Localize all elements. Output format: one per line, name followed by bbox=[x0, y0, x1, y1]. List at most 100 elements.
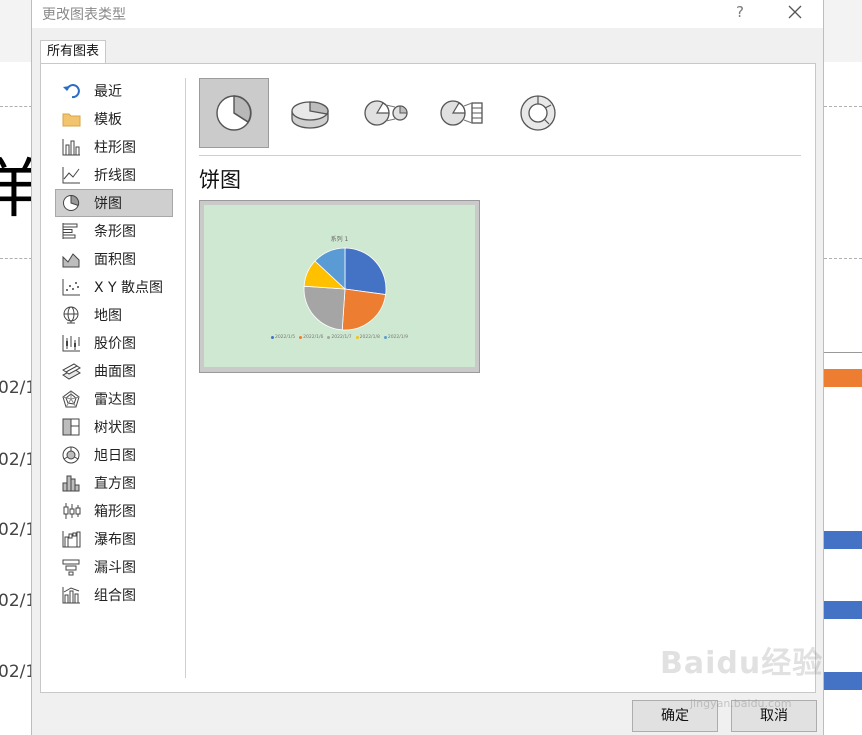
sidebar-item-label: 曲面图 bbox=[94, 364, 136, 380]
legend-swatch bbox=[299, 336, 303, 339]
legend-item: 2022/1/8 bbox=[355, 335, 380, 340]
divider bbox=[199, 155, 801, 156]
pie-slice bbox=[303, 285, 346, 331]
sidebar-item-5[interactable]: 条形图 bbox=[55, 217, 173, 245]
sidebar-item-10[interactable]: 曲面图 bbox=[55, 357, 173, 385]
sidebar-item-17[interactable]: 漏斗图 bbox=[55, 553, 173, 581]
background-bar bbox=[824, 601, 862, 619]
sidebar-item-1[interactable]: 模板 bbox=[55, 105, 173, 133]
watermark-logo: Baidu经验 bbox=[660, 646, 824, 681]
chart-preview[interactable]: 系列 1 2022/1/5 2022/1/6 2022/1/7 2022/1/8 202… bbox=[199, 200, 480, 373]
subtype-bar-of-pie[interactable] bbox=[427, 78, 497, 148]
subtype-3d-pie[interactable] bbox=[275, 78, 345, 148]
chart-type-heading: 饼图 bbox=[199, 168, 241, 192]
sidebar-item-label: 饼图 bbox=[94, 196, 122, 212]
background-axis-line bbox=[824, 352, 862, 353]
legend-item: 2022/1/7 bbox=[327, 335, 352, 340]
sidebar-item-label: 组合图 bbox=[94, 588, 136, 604]
preview-legend: 2022/1/5 2022/1/6 2022/1/7 2022/1/8 2022/1/9 bbox=[204, 335, 475, 340]
watermark-url: jingyan.baidu.com bbox=[690, 697, 792, 710]
sidebar-item-14[interactable]: 直方图 bbox=[55, 469, 173, 497]
chart-type-panel: 最近 模板 柱形图 折线图 饼图 条形图 面积图 X Y 散点图 地图 股价图 曲面图 雷达图 树状图旭… bbox=[40, 63, 816, 693]
sidebar-item-15[interactable]: 箱形图 bbox=[55, 497, 173, 525]
sidebar-item-label: 雷达图 bbox=[94, 392, 136, 408]
sidebar-item-label: 树状图 bbox=[94, 420, 136, 436]
stock-chart-icon bbox=[60, 333, 82, 353]
pie-icon bbox=[216, 95, 252, 131]
tab-all-charts[interactable]: 所有图表 bbox=[40, 40, 107, 64]
background-bar bbox=[824, 531, 862, 549]
recent-arrow-icon bbox=[60, 81, 82, 101]
sidebar-item-label: 漏斗图 bbox=[94, 560, 136, 576]
pie-slice bbox=[341, 288, 387, 331]
sidebar-item-18[interactable]: 组合图 bbox=[55, 581, 173, 609]
background-dashed-line bbox=[824, 258, 862, 259]
legend-swatch bbox=[355, 336, 359, 339]
sidebar-item-label: 瀑布图 bbox=[94, 532, 136, 548]
close-icon bbox=[788, 5, 802, 19]
legend-item: 2022/1/9 bbox=[383, 335, 409, 340]
box-whisker-icon bbox=[60, 501, 82, 521]
sidebar-item-13[interactable]: 旭日图 bbox=[55, 441, 173, 469]
subtype-doughnut[interactable] bbox=[503, 78, 573, 148]
bar-of-pie-icon bbox=[440, 100, 483, 126]
bar-chart-icon bbox=[60, 221, 82, 241]
sidebar-item-0[interactable]: 最近 bbox=[55, 77, 173, 105]
radar-chart-icon bbox=[60, 389, 82, 409]
combo-chart-icon bbox=[60, 585, 82, 605]
sidebar-item-3[interactable]: 折线图 bbox=[55, 161, 173, 189]
help-button[interactable]: ? bbox=[728, 1, 752, 25]
legend-swatch bbox=[270, 336, 274, 339]
histogram-icon bbox=[60, 473, 82, 493]
sidebar-item-label: 股价图 bbox=[94, 336, 136, 352]
sidebar-item-label: X Y 散点图 bbox=[94, 280, 164, 296]
sidebar-item-11[interactable]: 雷达图 bbox=[55, 385, 173, 413]
line-chart-icon bbox=[60, 165, 82, 185]
column-chart-icon bbox=[60, 137, 82, 157]
globe-icon bbox=[60, 305, 82, 325]
sidebar-item-12[interactable]: 树状图 bbox=[55, 413, 173, 441]
legend-swatch bbox=[383, 336, 387, 339]
sidebar-item-label: 条形图 bbox=[94, 224, 136, 240]
sidebar-item-label: 柱形图 bbox=[94, 140, 136, 156]
sidebar-item-6[interactable]: 面积图 bbox=[55, 245, 173, 273]
sidebar-item-7[interactable]: X Y 散点图 bbox=[55, 273, 173, 301]
scatter-chart-icon bbox=[60, 277, 82, 297]
legend-label: 2022/1/7 bbox=[331, 335, 352, 340]
legend-swatch bbox=[327, 336, 331, 339]
treemap-icon bbox=[60, 417, 82, 437]
subtype-pie[interactable] bbox=[199, 78, 269, 148]
sidebar-item-4[interactable]: 饼图 bbox=[55, 189, 173, 217]
subtype-pie-of-pie[interactable] bbox=[351, 78, 421, 148]
surface-chart-icon bbox=[60, 361, 82, 381]
sidebar-item-label: 直方图 bbox=[94, 476, 136, 492]
sidebar-item-label: 模板 bbox=[94, 112, 122, 128]
chart-preview-area: 系列 1 2022/1/5 2022/1/6 2022/1/7 2022/1/8 202… bbox=[204, 205, 475, 367]
dialog-titlebar: 更改图表类型 ? bbox=[32, 0, 823, 28]
background-bar bbox=[824, 369, 862, 387]
background-bar bbox=[824, 672, 862, 690]
legend-label: 2022/1/8 bbox=[359, 335, 380, 340]
sidebar-item-8[interactable]: 地图 bbox=[55, 301, 173, 329]
chart-category-list: 最近模板柱形图折线图饼图条形图面积图 X Y 散点图地图股价图曲面图雷达图树状图旭… bbox=[55, 77, 173, 609]
sidebar-item-label: 旭日图 bbox=[94, 448, 136, 464]
change-chart-type-dialog: 更改图表类型 ? 所有图表 最近 模板 柱形图 折线图 饼图 条形图 面积图 X Y 散点图地… bbox=[31, 0, 824, 735]
sidebar-item-9[interactable]: 股价图 bbox=[55, 329, 173, 357]
3d-pie-icon bbox=[291, 101, 329, 129]
folder-icon bbox=[60, 109, 82, 129]
sidebar-item-2[interactable]: 柱形图 bbox=[55, 133, 173, 161]
legend-label: 2022/1/5 bbox=[274, 335, 296, 340]
background-dashed-line bbox=[0, 106, 32, 107]
pie-chart-icon bbox=[60, 193, 82, 213]
dialog-title: 更改图表类型 bbox=[42, 7, 126, 23]
background-dashed-line bbox=[0, 258, 32, 259]
legend-item: 2022/1/5 bbox=[270, 335, 296, 340]
sidebar-item-label: 箱形图 bbox=[94, 504, 136, 520]
preview-pie-chart bbox=[303, 247, 387, 331]
legend-label: 2022/1/6 bbox=[303, 335, 324, 340]
doughnut-icon bbox=[520, 95, 556, 131]
divider bbox=[185, 78, 186, 678]
close-button[interactable] bbox=[782, 0, 808, 24]
legend-label: 2022/1/9 bbox=[387, 335, 409, 340]
sidebar-item-16[interactable]: 瀑布图 bbox=[55, 525, 173, 553]
